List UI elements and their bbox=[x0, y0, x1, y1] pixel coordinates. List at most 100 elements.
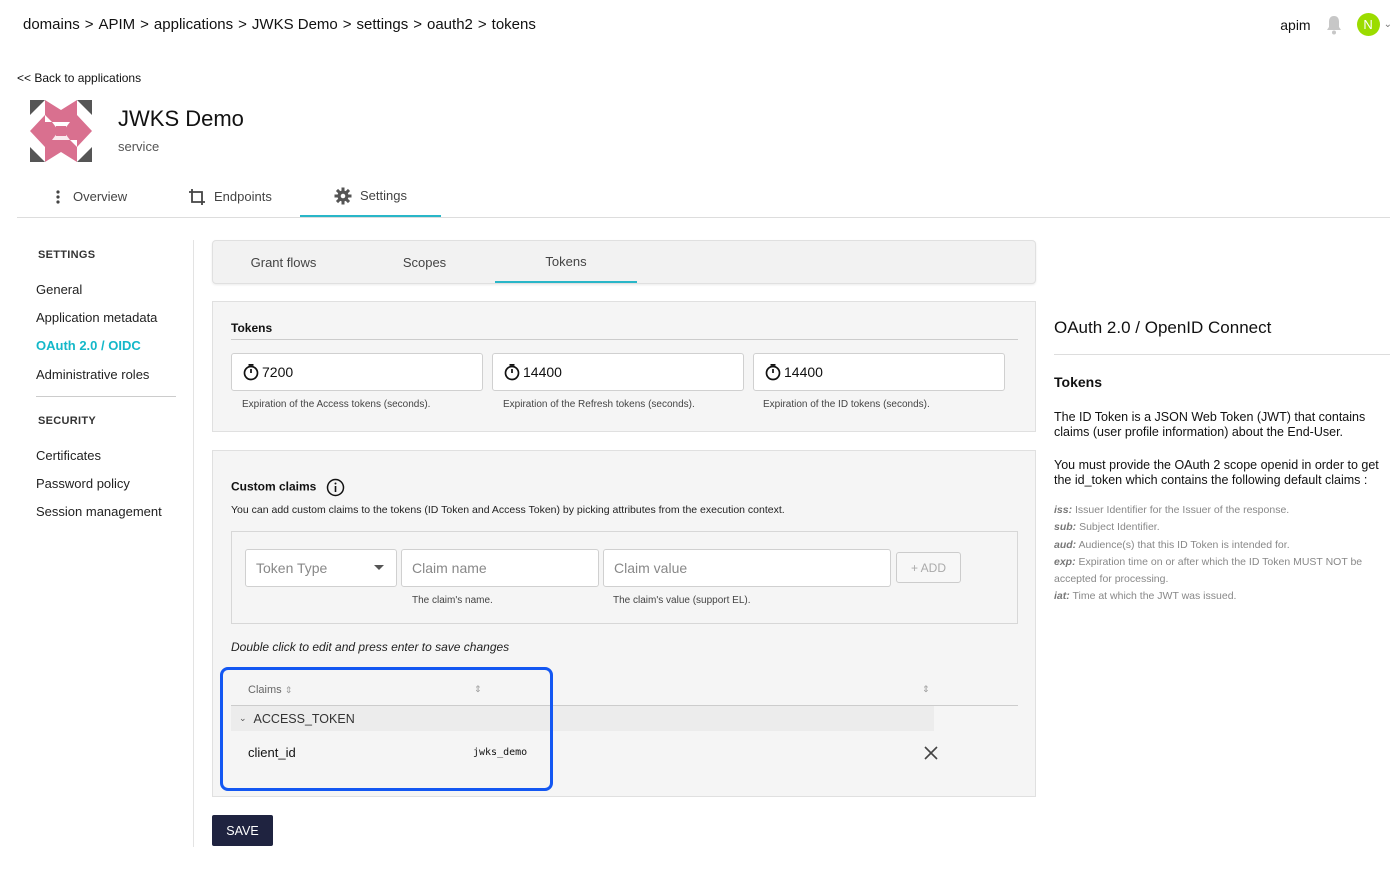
timer-icon bbox=[504, 364, 520, 381]
timer-icon bbox=[765, 364, 781, 381]
settings-section-header: SETTINGS bbox=[38, 249, 96, 261]
avatar[interactable]: N bbox=[1356, 13, 1380, 36]
crop-icon bbox=[189, 188, 205, 205]
sidebar-item-certificates[interactable]: Certificates bbox=[36, 448, 101, 463]
tab-endpoints[interactable]: Endpoints bbox=[188, 176, 298, 217]
claim-iss: iss: Issuer Identifier for the Issuer of… bbox=[1054, 502, 1394, 519]
sidebar-item-session-management[interactable]: Session management bbox=[36, 504, 162, 519]
custom-claims-title: Custom claims bbox=[231, 478, 345, 497]
tab-tokens[interactable]: Tokens bbox=[495, 241, 637, 283]
dropdown-caret-icon bbox=[374, 565, 384, 570]
edit-hint: Double click to edit and press enter to … bbox=[231, 640, 510, 654]
id-token-hint: Expiration of the ID tokens (seconds). bbox=[763, 399, 930, 410]
claim-desc: Audience(s) that this ID Token is intend… bbox=[1078, 538, 1290, 551]
close-icon[interactable] bbox=[924, 746, 938, 760]
custom-claims-title-text: Custom claims bbox=[231, 479, 317, 494]
nav-divider bbox=[36, 396, 176, 397]
help-title: OAuth 2.0 / OpenID Connect bbox=[1054, 318, 1272, 337]
app-title: JWKS Demo bbox=[118, 106, 244, 131]
access-token-hint: Expiration of the Access tokens (seconds… bbox=[242, 399, 431, 410]
custom-claims-description: You can add custom claims to the tokens … bbox=[231, 504, 785, 516]
breadcrumb-separator: > bbox=[477, 16, 487, 33]
sidebar-item-administrative-roles[interactable]: Administrative roles bbox=[36, 367, 149, 382]
tab-settings[interactable]: Settings bbox=[300, 176, 441, 217]
settings-sidebar: SETTINGS General Application metadata OA… bbox=[0, 240, 194, 847]
claim-desc: Issuer Identifier for the Issuer of the … bbox=[1075, 504, 1290, 516]
sidebar-item-application-metadata[interactable]: Application metadata bbox=[36, 310, 157, 325]
security-section-header: SECURITY bbox=[38, 415, 97, 427]
refresh-token-value: 14400 bbox=[523, 364, 562, 380]
breadcrumb-applications[interactable]: applications bbox=[154, 16, 233, 33]
highlight-box bbox=[220, 667, 553, 791]
refresh-token-expiration-input[interactable]: 14400 bbox=[492, 353, 744, 391]
breadcrumb-separator: > bbox=[140, 16, 149, 33]
user-name: apim bbox=[1280, 16, 1311, 33]
tab-label: Endpoints bbox=[214, 189, 272, 204]
tokens-panel: Tokens 7200 Expiration of the Access tok… bbox=[212, 301, 1036, 432]
claim-aud: aud: Audience(s) that this ID Token is i… bbox=[1054, 537, 1394, 554]
access-token-value: 7200 bbox=[262, 364, 294, 380]
more-vert-icon bbox=[56, 189, 60, 204]
save-button[interactable]: SAVE bbox=[212, 815, 273, 846]
tab-overview[interactable]: Overview bbox=[51, 176, 161, 217]
claim-exp: exp: Expiration time on or after which t… bbox=[1054, 554, 1394, 589]
breadcrumb-tokens: tokens bbox=[491, 16, 536, 33]
app-type: service bbox=[118, 139, 160, 154]
sort-icon[interactable]: ⇕ bbox=[922, 684, 930, 695]
claim-iat: iat: Time at which the JWT was issued. bbox=[1054, 588, 1394, 605]
back-to-applications-link[interactable]: << Back to applications bbox=[17, 71, 141, 85]
breadcrumb-separator: > bbox=[413, 16, 422, 33]
chevron-down-icon[interactable]: ⌄ bbox=[1384, 19, 1392, 30]
sidebar-item-password-policy[interactable]: Password policy bbox=[36, 476, 130, 491]
sidebar-item-general[interactable]: General bbox=[36, 282, 82, 297]
add-claim-button[interactable]: + ADD bbox=[896, 552, 961, 583]
claim-name-input[interactable]: Claim name bbox=[401, 549, 599, 587]
id-token-expiration-input[interactable]: 14400 bbox=[753, 353, 1005, 391]
claim-key: iss: bbox=[1054, 504, 1073, 516]
tab-label: Settings bbox=[360, 188, 407, 203]
help-paragraph-2: You must provide the OAuth 2 scope openi… bbox=[1054, 458, 1379, 487]
default-claims-list: iss: Issuer Identifier for the Issuer of… bbox=[1054, 502, 1394, 606]
breadcrumb-app[interactable]: JWKS Demo bbox=[252, 16, 338, 33]
bell-icon[interactable] bbox=[1325, 15, 1343, 35]
claim-key: exp: bbox=[1054, 555, 1076, 568]
claim-desc: Subject Identifier. bbox=[1079, 521, 1160, 534]
claim-name-placeholder: Claim name bbox=[412, 560, 487, 576]
tokens-panel-title: Tokens bbox=[231, 321, 273, 335]
timer-icon bbox=[243, 364, 259, 381]
claim-name-hint: The claim's name. bbox=[412, 595, 493, 606]
add-claim-form: Token Type Claim name The claim's name. … bbox=[231, 531, 1018, 624]
help-subtitle: Tokens bbox=[1054, 374, 1102, 390]
claim-key: aud: bbox=[1054, 538, 1077, 551]
claim-key: sub: bbox=[1054, 521, 1077, 534]
breadcrumb-settings[interactable]: settings bbox=[357, 16, 409, 33]
tab-scopes[interactable]: Scopes bbox=[354, 241, 495, 283]
claim-desc: Time at which the JWT was issued. bbox=[1072, 590, 1237, 603]
token-type-select[interactable]: Token Type bbox=[245, 549, 397, 587]
user-area: apim N ⌄ bbox=[1280, 13, 1392, 36]
claim-desc: Expiration time on or after which the ID… bbox=[1054, 555, 1363, 586]
breadcrumb-apim[interactable]: APIM bbox=[98, 16, 135, 33]
breadcrumb-domains[interactable]: domains bbox=[23, 16, 80, 33]
token-type-placeholder: Token Type bbox=[256, 560, 328, 576]
oauth-subtabs: Grant flows Scopes Tokens bbox=[212, 240, 1036, 284]
app-logo bbox=[30, 100, 92, 162]
tab-grant-flows[interactable]: Grant flows bbox=[213, 241, 354, 283]
tab-label: Overview bbox=[73, 189, 128, 204]
help-divider bbox=[1054, 354, 1390, 355]
claim-key: iat: bbox=[1054, 590, 1070, 603]
claim-value-input[interactable]: Claim value bbox=[603, 549, 891, 587]
sidebar-item-oauth-oidc[interactable]: OAuth 2.0 / OIDC bbox=[36, 338, 141, 353]
breadcrumb: domains > APIM > applications > JWKS Demo > sett… bbox=[23, 16, 541, 33]
info-icon[interactable] bbox=[326, 478, 345, 497]
breadcrumb-separator: > bbox=[342, 16, 352, 33]
breadcrumb-oauth2[interactable]: oauth2 bbox=[427, 16, 473, 33]
id-token-value: 14400 bbox=[784, 364, 823, 380]
claim-sub: sub: Subject Identifier. bbox=[1054, 519, 1394, 536]
access-token-expiration-input[interactable]: 7200 bbox=[231, 353, 483, 391]
panel-divider bbox=[231, 339, 1018, 340]
help-paragraph-1: The ID Token is a JSON Web Token (JWT) t… bbox=[1054, 410, 1366, 439]
claim-value-hint: The claim's value (support EL). bbox=[613, 595, 751, 606]
claim-value-placeholder: Claim value bbox=[614, 560, 688, 576]
refresh-token-hint: Expiration of the Refresh tokens (second… bbox=[503, 399, 695, 410]
